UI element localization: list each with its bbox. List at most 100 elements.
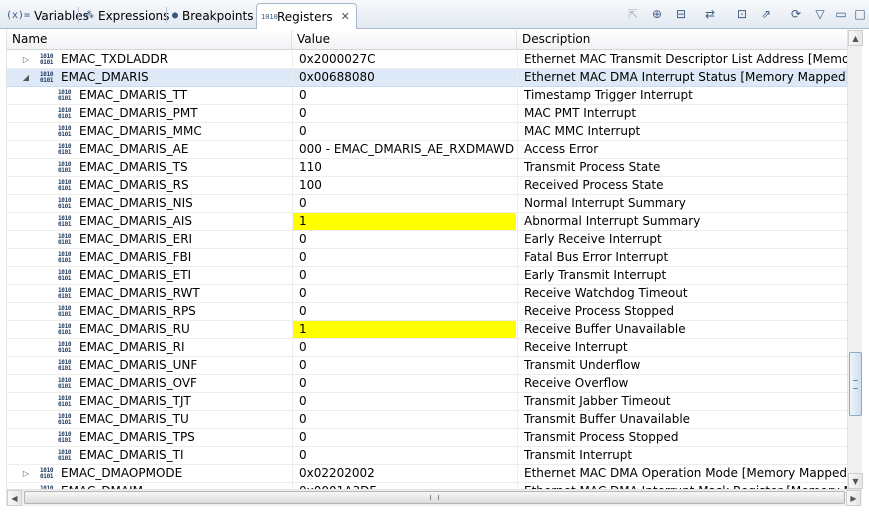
register-name-cell: 1010 0101 EMAC_DMARIS_TS — [7, 159, 291, 176]
register-value[interactable]: 0x00688080 — [292, 69, 516, 86]
table-row[interactable]: 1010 0101 EMAC_DMARIS_TJT 0 Transmit Jabber … — [7, 393, 847, 411]
register-name: EMAC_DMARIS_MMC — [79, 124, 202, 138]
register-name-cell: 1010 0101 EMAC_DMARIS_ERI — [7, 231, 291, 248]
register-value[interactable]: 0 — [292, 87, 516, 104]
table-row[interactable]: 1010 0101 EMAC_DMARIS_OVF 0 Receive Overflow — [7, 375, 847, 393]
table-row[interactable]: 1010 0101 EMAC_DMARIS_TPS 0 Transmit Process… — [7, 429, 847, 447]
column-header-value[interactable]: Value — [292, 30, 517, 49]
table-row[interactable]: 1010 0101 EMAC_DMARIS_TT 0 Timestamp Trigger… — [7, 87, 847, 105]
register-icon: 10100101 — [58, 197, 72, 210]
register-value[interactable]: 0 — [292, 249, 516, 266]
table-row[interactable]: 1010 0101 EMAC_DMARIS_NIS 0 Normal Interrupt… — [7, 195, 847, 213]
scroll-up-icon[interactable]: ▲ — [848, 30, 863, 46]
register-icon: 10100101 — [58, 251, 72, 264]
register-value[interactable]: 0 — [292, 375, 516, 392]
register-icon: 10100101 — [58, 431, 72, 444]
register-value[interactable]: 0 — [292, 105, 516, 122]
register-value[interactable]: 0 — [292, 123, 516, 140]
table-row[interactable]: 1010 0101 EMAC_DMARIS_FBI 0 Fatal Bus Error … — [7, 249, 847, 267]
vertical-scroll-thumb[interactable] — [849, 352, 862, 416]
register-value[interactable]: 0 — [292, 303, 516, 320]
register-value[interactable]: 000 - EMAC_DMARIS_AE_RXDMAWD — [292, 141, 516, 158]
tab-breakpoints[interactable]: ● Breakpoints — [168, 3, 259, 28]
export-icon[interactable]: ⇗ — [757, 5, 775, 23]
scroll-down-icon[interactable]: ▼ — [848, 473, 863, 489]
register-description: MAC MMC Interrupt — [517, 123, 847, 140]
table-row[interactable]: ▷ 1010 0101 EMAC_TXDLADDR 0x2000027C Ethernet… — [7, 51, 847, 69]
close-icon[interactable]: ✕ — [341, 10, 350, 23]
column-header-name[interactable]: Name — [7, 30, 292, 49]
table-row[interactable]: 1010 0101 EMAC_DMARIS_RS 100 Received Proces… — [7, 177, 847, 195]
collapsed-triangle-icon[interactable]: ▷ — [21, 51, 31, 68]
register-name-cell: 1010 0101 EMAC_DMARIS_ETI — [7, 267, 291, 284]
table-row[interactable]: 1010 0101 EMAC_DMARIS_MMC 0 MAC MMC Interrup… — [7, 123, 847, 141]
register-description: Early Receive Interrupt — [517, 231, 847, 248]
register-name-cell: 1010 0101 EMAC_DMARIS_PMT — [7, 105, 291, 122]
new-window-icon[interactable]: ⊡ — [733, 5, 751, 23]
table-row[interactable]: ▷ 1010 0101 EMAC_DMAOPMODE 0x02202002 Etherne… — [7, 465, 847, 483]
register-value[interactable]: 0 — [292, 339, 516, 356]
register-value[interactable]: 1 — [292, 213, 516, 230]
horizontal-scroll-thumb[interactable] — [24, 491, 845, 504]
table-row[interactable]: 1010 0101 EMAC_DMARIS_PMT 0 MAC PMT Interrup… — [7, 105, 847, 123]
table-row[interactable]: 1010 0101 EMAC_DMARIS_TU 0 Transmit Buffer U… — [7, 411, 847, 429]
register-value[interactable]: 0 — [292, 267, 516, 284]
table-row[interactable]: 1010 0101 EMAC_DMARIS_RWT 0 Receive Watchdog… — [7, 285, 847, 303]
register-icon: 10100101 — [58, 341, 72, 354]
table-row[interactable]: ◢ 1010 0101 EMAC_DMARIS 0x00688080 Ethernet M… — [7, 69, 847, 87]
tab-expressions[interactable]: ⁂ Expressions — [80, 3, 175, 28]
view-menu-icon[interactable]: ▽ — [811, 5, 829, 23]
horizontal-scrollbar[interactable]: ◀ ▶ — [7, 489, 862, 506]
register-value[interactable]: 0 — [292, 429, 516, 446]
maximize-icon[interactable]: □ — [851, 5, 869, 23]
register-value[interactable]: 110 — [292, 159, 516, 176]
register-icon: 10100101 — [58, 125, 72, 138]
register-value[interactable]: 0 — [292, 447, 516, 464]
register-value[interactable]: 0 — [292, 393, 516, 410]
register-value[interactable]: 100 — [292, 177, 516, 194]
register-value[interactable]: 1 — [292, 321, 516, 338]
tab-registers[interactable]: 1010 Registers ✕ — [256, 3, 357, 29]
register-value[interactable]: 0 — [292, 411, 516, 428]
register-value[interactable]: 0x02202002 — [292, 465, 516, 482]
register-description: Early Transmit Interrupt — [517, 267, 847, 284]
table-row[interactable]: 1010 0101 EMAC_DMARIS_TS 110 Transmit Proces… — [7, 159, 847, 177]
register-value[interactable]: 0 — [292, 231, 516, 248]
table-row[interactable]: 1010 0101 EMAC_DMARIS_UNF 0 Transmit Underfl… — [7, 357, 847, 375]
register-value[interactable]: 0x2000027C — [292, 51, 516, 68]
table-row[interactable]: 1010 0101 EMAC_DMARIS_ETI 0 Early Transmit I… — [7, 267, 847, 285]
vertical-scrollbar[interactable]: ▲ ▼ — [847, 30, 863, 489]
expanded-triangle-icon[interactable]: ◢ — [21, 69, 31, 86]
table-row[interactable]: 1010 0101 EMAC_DMARIS_TI 0 Transmit Interrup… — [7, 447, 847, 465]
restore-icon[interactable]: ⇄ — [701, 5, 719, 23]
table-row[interactable]: 1010 0101 EMAC_DMARIS_AE 000 - EMAC_DMARIS_… — [7, 141, 847, 159]
minimize-icon[interactable]: ▭ — [832, 5, 850, 23]
collapsed-triangle-icon[interactable]: ▷ — [21, 465, 31, 482]
register-name: EMAC_DMARIS_PMT — [79, 106, 198, 120]
register-name: EMAC_DMAOPMODE — [61, 466, 183, 480]
add-group-icon[interactable]: ⊕ — [648, 5, 666, 23]
tab-label: Breakpoints — [182, 8, 254, 23]
register-name-cell: 1010 0101 EMAC_DMARIS_AE — [7, 141, 291, 158]
scroll-left-icon[interactable]: ◀ — [7, 490, 22, 506]
register-value[interactable]: 0 — [292, 357, 516, 374]
table-row[interactable]: 1010 0101 EMAC_DMARIS_AIS 1 Abnormal Interru… — [7, 213, 847, 231]
register-value[interactable]: 0 — [292, 195, 516, 212]
table-row[interactable]: 1010 0101 EMAC_DMARIS_RU 1 Receive Buffer Un… — [7, 321, 847, 339]
collapse-all-icon[interactable]: ⊟ — [672, 5, 690, 23]
table-row[interactable]: 1010 0101 EMAC_DMARIS_ERI 0 Early Receive In… — [7, 231, 847, 249]
register-description: Fatal Bus Error Interrupt — [517, 249, 847, 266]
refresh-icon[interactable]: ⟳ — [787, 5, 805, 23]
table-row[interactable]: 1010 0101 EMAC_DMARIS_RI 0 Receive Interrupt — [7, 339, 847, 357]
register-icon: 10100101 — [58, 179, 72, 192]
register-value[interactable]: 0 — [292, 285, 516, 302]
column-header-description[interactable]: Description — [517, 30, 847, 49]
register-name-cell: 1010 0101 EMAC_DMARIS_OVF — [7, 375, 291, 392]
table-row[interactable]: 1010 0101 EMAC_DMARIS_RPS 0 Receive Process … — [7, 303, 847, 321]
register-description: Transmit Process State — [517, 159, 847, 176]
view-tab-strip: (x)= Variables ⁂ Expressions ● Breakpoin… — [0, 0, 869, 29]
register-name-cell: 1010 0101 EMAC_DMARIS_RU — [7, 321, 291, 338]
collapse-icon[interactable]: ⇱ — [624, 5, 642, 23]
register-name: EMAC_DMARIS_RI — [79, 340, 185, 354]
scroll-right-icon[interactable]: ▶ — [846, 490, 861, 506]
